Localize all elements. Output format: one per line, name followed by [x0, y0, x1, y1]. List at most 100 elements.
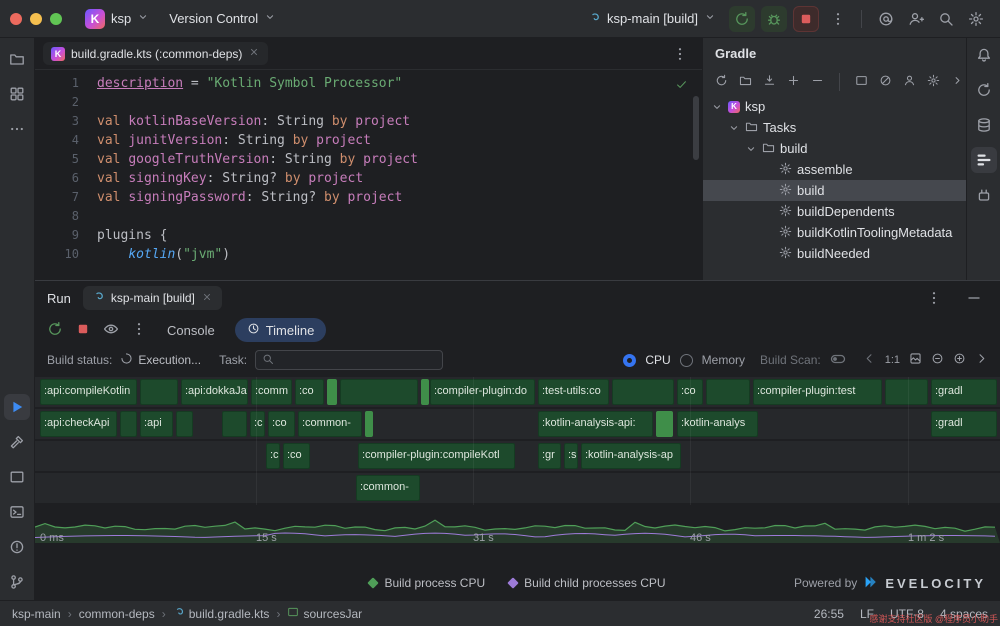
run-tab[interactable]: ksp-main [build] — [83, 286, 222, 310]
attach-project-button[interactable] — [787, 74, 800, 90]
tool-window-build-button[interactable] — [4, 429, 30, 455]
tool-window-structure-button[interactable] — [4, 81, 30, 107]
build-scan-toggle[interactable] — [830, 351, 846, 370]
gradle-tree-item-build[interactable]: build — [703, 138, 966, 159]
task-bar[interactable]: :gradl — [931, 411, 997, 437]
tool-window-run-button[interactable] — [4, 394, 30, 420]
tool-window-version-control-button[interactable] — [4, 569, 30, 595]
task-bar[interactable] — [612, 379, 674, 405]
file-encoding[interactable]: UTF-8 — [890, 607, 924, 621]
editor-tab[interactable]: K build.gradle.kts (:common-deps) — [43, 42, 268, 65]
code-line[interactable]: 7val signingPassword: String? by project — [35, 188, 702, 207]
expand-button[interactable] — [951, 74, 964, 90]
stop-button[interactable] — [793, 6, 819, 32]
task-bar[interactable]: :compiler-plugin:test — [753, 379, 882, 405]
task-bar[interactable]: :kotlin-analysis-ap — [581, 443, 681, 469]
gradle-tree-item-ksp[interactable]: Kksp — [703, 96, 966, 117]
memory-radio-label[interactable]: Memory — [702, 353, 745, 367]
line-ending[interactable]: LF — [860, 607, 874, 621]
task-bar[interactable]: :s — [564, 443, 578, 469]
indent-setting[interactable]: 4 spaces — [940, 607, 988, 621]
gradle-tree-item-buildNeeded[interactable]: buildNeeded — [703, 243, 966, 264]
offline-mode-button[interactable] — [879, 74, 892, 90]
settings-button[interactable] — [962, 5, 990, 33]
task-bar[interactable]: :gradl — [931, 379, 997, 405]
code-line[interactable]: 2 — [35, 93, 702, 112]
task-bar[interactable]: :api:checkApi — [40, 411, 117, 437]
task-bar[interactable]: :api:compileKotlin — [40, 379, 137, 405]
minimize-window-button[interactable] — [30, 13, 42, 25]
task-bar[interactable] — [421, 379, 429, 405]
zoom-reset-button[interactable]: 1:1 — [885, 354, 900, 366]
task-bar[interactable]: :api:dokkaJava — [181, 379, 248, 405]
task-bar[interactable]: :c — [266, 443, 280, 469]
stop-build-button[interactable] — [75, 321, 91, 340]
run-panel-options-button[interactable] — [920, 284, 948, 312]
vcs-menu[interactable]: Version Control — [162, 8, 283, 29]
add-user-button[interactable] — [902, 5, 930, 33]
cursor-position[interactable]: 26:55 — [814, 607, 844, 621]
task-bar[interactable] — [365, 411, 373, 437]
cpu-radio[interactable] — [623, 354, 636, 367]
tool-window-problems-button[interactable] — [4, 534, 30, 560]
tool-window-plugins-button[interactable] — [971, 182, 997, 208]
task-bar[interactable]: :api — [140, 411, 173, 437]
search-everywhere-button[interactable] — [932, 5, 960, 33]
close-window-button[interactable] — [10, 13, 22, 25]
gradle-tree-item-assemble[interactable]: assemble — [703, 159, 966, 180]
download-sources-button[interactable] — [763, 74, 776, 90]
chevron-down-icon[interactable] — [745, 143, 757, 155]
gradle-settings-button[interactable] — [927, 74, 940, 90]
tool-window-project-button[interactable] — [4, 46, 30, 72]
tool-window-gradle-sync-button[interactable] — [971, 77, 997, 103]
scroll-right-button[interactable] — [975, 352, 988, 368]
code-with-me-button[interactable] — [872, 5, 900, 33]
tool-window-more-tool-windows-button[interactable] — [4, 116, 30, 142]
zoom-out-button[interactable] — [931, 352, 944, 368]
task-bar[interactable] — [656, 411, 673, 437]
task-bar[interactable] — [120, 411, 137, 437]
task-bar[interactable] — [222, 411, 247, 437]
gradle-tree-item-buildDependents[interactable]: buildDependents — [703, 201, 966, 222]
code-line[interactable]: 3val kotlinBaseVersion: String by projec… — [35, 112, 702, 131]
debug-button[interactable] — [761, 6, 787, 32]
code-editor[interactable]: 1description = "Kotlin Symbol Processor"… — [35, 70, 702, 280]
task-bar[interactable]: :common- — [298, 411, 362, 437]
breadcrumb-item[interactable]: build.gradle.kts — [173, 606, 270, 621]
fit-to-window-button[interactable] — [909, 352, 922, 368]
rerun-button[interactable] — [729, 6, 755, 32]
sync-gradle-button[interactable] — [715, 74, 728, 90]
inspections-ok-icon[interactable] — [675, 78, 688, 95]
code-line[interactable]: 4val junitVersion: String by project — [35, 131, 702, 150]
task-search-field[interactable] — [255, 350, 443, 370]
run-config-selector[interactable]: ksp-main [build] — [581, 8, 723, 30]
task-bar[interactable]: :compiler-plugin:do — [430, 379, 535, 405]
task-bar[interactable] — [140, 379, 178, 405]
task-bar[interactable] — [885, 379, 928, 405]
filter-button[interactable] — [103, 321, 119, 340]
tool-window-notifications-button[interactable] — [971, 42, 997, 68]
select-opened-file-button[interactable] — [855, 74, 868, 90]
task-bar[interactable]: :co — [268, 411, 295, 437]
task-bar[interactable]: :co — [283, 443, 310, 469]
zoom-in-button[interactable] — [953, 352, 966, 368]
code-line[interactable]: 6val signingKey: String? by project — [35, 169, 702, 188]
scroll-left-button[interactable] — [863, 352, 876, 368]
code-line[interactable]: 9plugins { — [35, 226, 702, 245]
task-bar[interactable]: :common- — [356, 475, 420, 501]
task-bar[interactable]: :comm — [251, 379, 292, 405]
project-selector[interactable]: K ksp — [78, 6, 156, 32]
editor-options-button[interactable] — [666, 40, 694, 68]
breadcrumb-item[interactable]: sourcesJar — [287, 606, 362, 621]
gradle-tree-item-build[interactable]: build — [703, 180, 966, 201]
task-bar[interactable] — [327, 379, 337, 405]
zoom-window-button[interactable] — [50, 13, 62, 25]
chevron-down-icon[interactable] — [711, 101, 723, 113]
task-bar[interactable] — [706, 379, 750, 405]
close-icon[interactable] — [201, 291, 213, 306]
task-bar[interactable] — [176, 411, 193, 437]
profiler-button[interactable] — [903, 74, 916, 90]
task-search-input[interactable] — [280, 352, 436, 368]
reload-projects-button[interactable] — [739, 74, 752, 90]
task-bar[interactable]: :kotlin-analysis-api: — [538, 411, 653, 437]
